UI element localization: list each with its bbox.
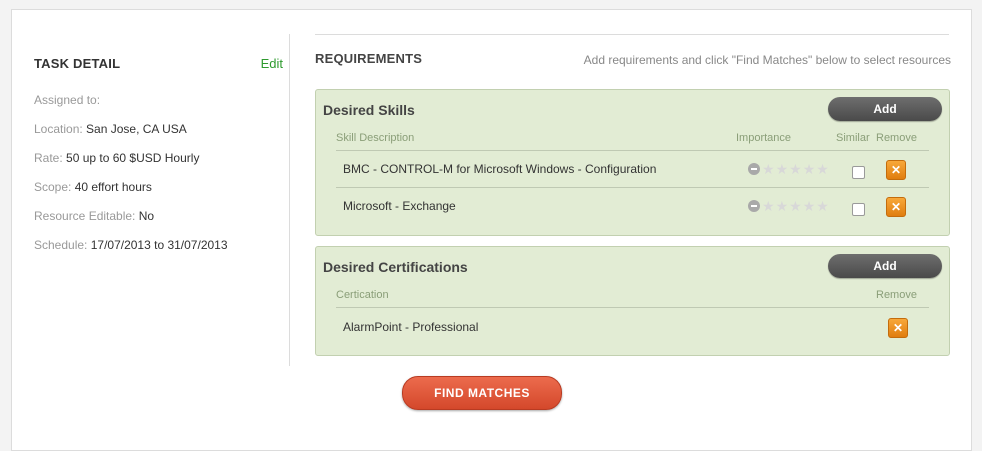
star-icon[interactable]: ★ xyxy=(789,199,802,213)
requirements-hint: Add requirements and click "Find Matches… xyxy=(583,53,951,67)
star-icon[interactable]: ★ xyxy=(762,199,775,213)
location-value: San Jose, CA USA xyxy=(86,122,187,136)
scope-field: Scope: 40 effort hours xyxy=(34,180,152,194)
star-icon[interactable]: ★ xyxy=(803,199,816,213)
remove-icon[interactable]: ✕ xyxy=(886,160,906,180)
star-icon[interactable]: ★ xyxy=(816,162,829,176)
similar-checkbox[interactable] xyxy=(852,203,865,216)
col-similar: Similar xyxy=(836,132,870,144)
minus-icon[interactable] xyxy=(748,200,760,212)
certifications-title: Desired Certifications xyxy=(323,259,468,275)
star-icon[interactable]: ★ xyxy=(816,199,829,213)
col-remove: Remove xyxy=(876,132,917,144)
desired-certifications-box: Desired Certifications Add Certication R… xyxy=(315,246,950,356)
editable-field: Resource Editable: No xyxy=(34,209,154,223)
col-certification: Certication xyxy=(336,289,389,301)
rate-field: Rate: 50 up to 60 $USD Hourly xyxy=(34,151,199,165)
star-icon[interactable]: ★ xyxy=(762,162,775,176)
col-importance: Importance xyxy=(736,132,792,144)
find-matches-button[interactable]: FIND MATCHES xyxy=(402,376,562,410)
editable-value: No xyxy=(138,209,155,223)
assigned-field: Assigned to: xyxy=(34,93,100,107)
minus-icon[interactable] xyxy=(748,163,760,175)
similar-checkbox[interactable] xyxy=(852,166,865,179)
scope-value: 40 effort hours xyxy=(74,180,152,194)
col-skill-description: Skill Description xyxy=(336,132,415,144)
task-card: TASK DETAIL Edit Assigned to: Location: … xyxy=(11,9,972,451)
col-remove: Remove xyxy=(876,289,917,301)
remove-icon[interactable]: ✕ xyxy=(886,197,906,217)
location-field: Location: San Jose, CA USA xyxy=(34,122,187,136)
schedule-label: Schedule: xyxy=(34,238,88,252)
schedule-value: 17/07/2013 to 31/07/2013 xyxy=(90,238,228,252)
panel-divider xyxy=(289,34,290,366)
desired-skills-box: Desired Skills Add Skill Description Imp… xyxy=(315,89,950,236)
skills-row-line xyxy=(336,187,929,188)
requirements-title: REQUIREMENTS xyxy=(315,51,423,66)
star-icon[interactable]: ★ xyxy=(803,162,816,176)
editable-label: Resource Editable: xyxy=(34,209,136,223)
location-label: Location: xyxy=(34,122,83,136)
skill-row-description: BMC - CONTROL-M for Microsoft Windows - … xyxy=(343,162,657,176)
rate-label: Rate: xyxy=(34,151,63,165)
skills-header-line xyxy=(336,150,929,151)
schedule-field: Schedule: 17/07/2013 to 31/07/2013 xyxy=(34,238,228,252)
requirements-divider xyxy=(315,34,949,35)
star-icon[interactable]: ★ xyxy=(776,162,789,176)
assigned-label: Assigned to: xyxy=(34,93,101,107)
remove-icon[interactable]: ✕ xyxy=(888,318,908,338)
task-detail-panel: TASK DETAIL Edit Assigned to: Location: … xyxy=(34,10,289,365)
rate-value: 50 up to 60 $USD Hourly xyxy=(66,151,200,165)
certifications-header-line xyxy=(336,307,929,308)
scope-label: Scope: xyxy=(34,180,72,194)
importance-rating[interactable]: ★ ★ ★ ★ ★ xyxy=(748,199,829,213)
edit-link[interactable]: Edit xyxy=(261,56,283,71)
star-icon[interactable]: ★ xyxy=(776,199,789,213)
skills-title: Desired Skills xyxy=(323,102,415,118)
certification-row-name: AlarmPoint - Professional xyxy=(343,320,479,334)
task-detail-title: TASK DETAIL xyxy=(34,56,121,71)
add-skill-button[interactable]: Add xyxy=(828,97,942,121)
star-icon[interactable]: ★ xyxy=(789,162,802,176)
skill-row-description: Microsoft - Exchange xyxy=(343,199,456,213)
importance-rating[interactable]: ★ ★ ★ ★ ★ xyxy=(748,162,829,176)
add-certification-button[interactable]: Add xyxy=(828,254,942,278)
